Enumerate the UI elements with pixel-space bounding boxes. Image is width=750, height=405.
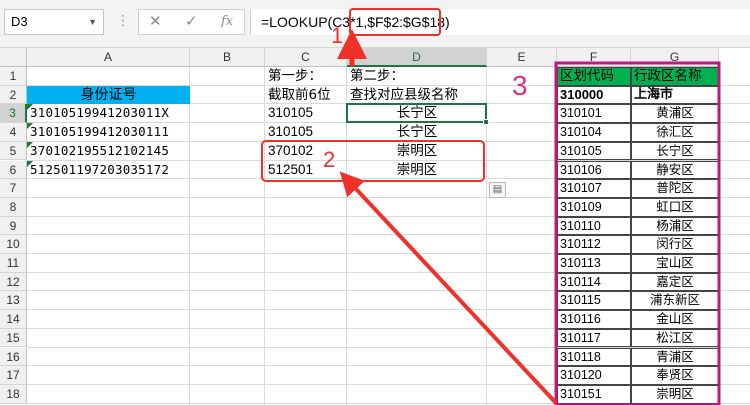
- paste-options-icon[interactable]: ▤: [489, 182, 506, 198]
- lookup-table-highlight: [554, 61, 721, 405]
- annotation-overlay: [261, 8, 721, 405]
- annotation-label-2: 2: [323, 147, 336, 172]
- arrow-to-results: [339, 171, 558, 405]
- annotation-label-1: 1: [331, 23, 344, 48]
- annotation-label-3: 3: [512, 70, 528, 101]
- formula-range-highlight: [349, 8, 441, 36]
- result-rows-highlight: [261, 140, 485, 182]
